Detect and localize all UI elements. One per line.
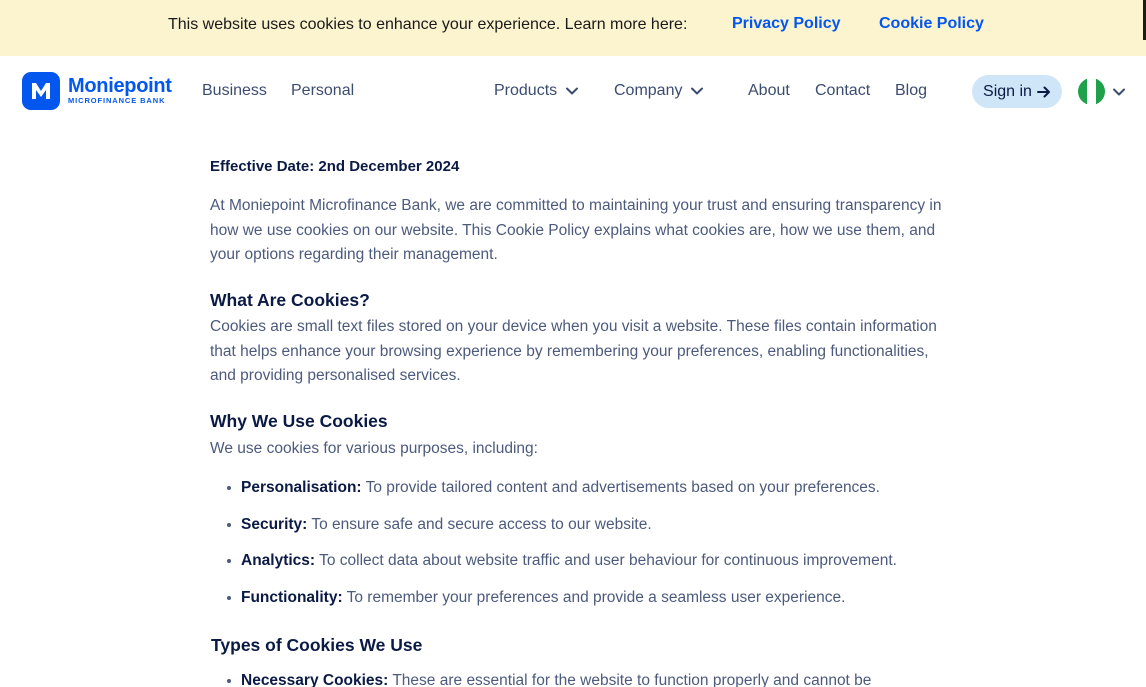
intro-paragraph: At Moniepoint Microfinance Bank, we are … xyxy=(210,197,942,263)
privacy-policy-link[interactable]: Privacy Policy xyxy=(732,15,841,33)
bullet-dot xyxy=(227,596,231,600)
bullet-dot xyxy=(227,486,231,490)
nigeria-flag-icon[interactable] xyxy=(1078,78,1105,105)
nav-company[interactable]: Company xyxy=(614,82,704,100)
list-item-text: To collect data about website traffic an… xyxy=(319,552,897,569)
bullet-dot xyxy=(227,523,231,527)
m-letter-icon xyxy=(32,83,50,99)
why-we-use-cookies-heading: Why We Use Cookies xyxy=(210,411,388,431)
list-item: Necessary Cookies: These are essential f… xyxy=(227,672,871,687)
bullet-dot xyxy=(227,679,231,683)
list-item: Functionality: To remember your preferen… xyxy=(227,589,845,607)
list-item: Personalisation: To provide tailored con… xyxy=(227,479,880,497)
why-we-use-cookies-text: We use cookies for various purposes, inc… xyxy=(210,440,538,457)
logo-name: Moniepoint xyxy=(68,75,172,97)
list-item-label: Analytics: xyxy=(241,552,316,569)
chevron-down-icon[interactable] xyxy=(1112,87,1126,97)
effective-date: Effective Date: 2nd December 2024 xyxy=(210,158,460,175)
cookie-policy-link[interactable]: Cookie Policy xyxy=(879,15,984,33)
list-item-text: To provide tailored content and advertis… xyxy=(365,479,880,496)
bullet-dot xyxy=(227,559,231,563)
nav-products[interactable]: Products xyxy=(494,82,579,100)
sign-in-label: Sign in xyxy=(983,82,1032,100)
arrow-right-icon xyxy=(1036,86,1050,97)
nav-contact[interactable]: Contact xyxy=(815,82,870,100)
cookie-banner: This website uses cookies to enhance you… xyxy=(0,0,1146,56)
nav-products-label: Products xyxy=(494,82,558,99)
main-navigation: Moniepoint MICROFINANCE BANK Business Pe… xyxy=(0,56,1146,126)
nav-blog[interactable]: Blog xyxy=(895,82,927,100)
logo-mark-icon xyxy=(22,72,60,110)
list-item-text: These are essential for the website to f… xyxy=(392,672,872,687)
what-are-cookies-heading: What Are Cookies? xyxy=(210,290,370,310)
moniepoint-logo[interactable]: Moniepoint MICROFINANCE BANK xyxy=(22,72,172,110)
nav-personal[interactable]: Personal xyxy=(291,82,354,100)
logo-subtitle: MICROFINANCE BANK xyxy=(68,96,166,105)
nav-company-label: Company xyxy=(614,82,683,99)
list-item-label: Necessary Cookies: xyxy=(241,672,389,687)
nav-about[interactable]: About xyxy=(748,82,790,100)
types-of-cookies-heading: Types of Cookies We Use xyxy=(211,635,423,655)
nav-business[interactable]: Business xyxy=(202,82,267,100)
chevron-down-icon xyxy=(691,87,704,95)
list-item-text: To remember your preferences and provide… xyxy=(346,589,846,606)
list-item: Analytics: To collect data about website… xyxy=(227,552,897,570)
cookie-banner-text: This website uses cookies to enhance you… xyxy=(168,16,688,33)
what-are-cookies-text: Cookies are small text files stored on y… xyxy=(210,318,937,384)
list-item-label: Functionality: xyxy=(241,589,343,606)
list-item-label: Personalisation: xyxy=(241,479,362,496)
sign-in-button[interactable]: Sign in xyxy=(972,75,1062,108)
list-item-label: Security: xyxy=(241,516,308,533)
list-item: Security: To ensure safe and secure acce… xyxy=(227,516,652,534)
list-item-text: To ensure safe and secure access to our … xyxy=(311,516,652,533)
chevron-down-icon xyxy=(566,87,579,95)
